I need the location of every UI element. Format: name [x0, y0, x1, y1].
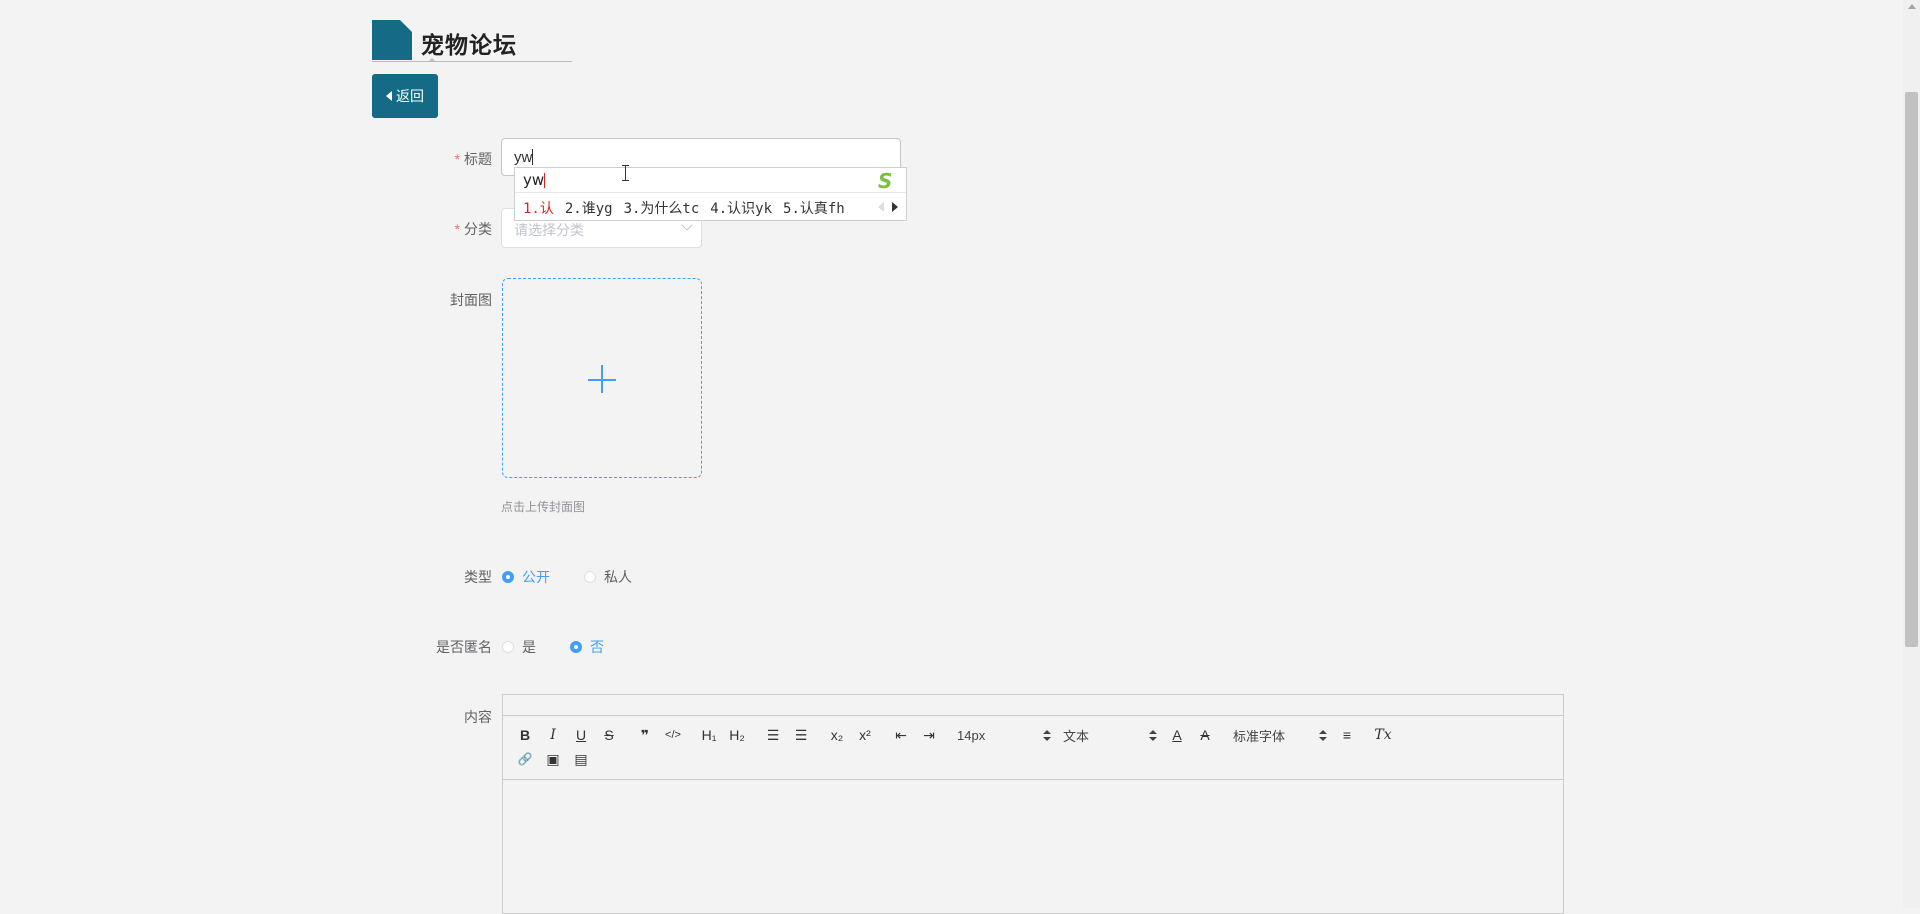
clean-format-icon[interactable]: Tx	[1369, 724, 1397, 746]
link-icon[interactable]: 🔗	[511, 748, 539, 770]
editor-top-border	[503, 695, 1563, 716]
cover-upload[interactable]	[502, 278, 702, 478]
bold-icon[interactable]: B	[511, 724, 539, 746]
outdent-icon[interactable]: ⇤	[887, 724, 915, 746]
scroll-up-icon[interactable]	[1908, 4, 1916, 9]
ime-candidate[interactable]: 3.为什么tc	[624, 201, 700, 217]
ime-candidate[interactable]: 2.谁yg	[565, 201, 613, 217]
font-family-value: 标准字体	[1233, 728, 1286, 744]
ime-candidate[interactable]: 5.认真fh	[783, 201, 845, 217]
editor-toolbar-row-2: 🔗 ▣ ▤	[511, 748, 595, 770]
cover-upload-tip: 点击上传封面图	[501, 500, 586, 514]
subscript-icon[interactable]: x₂	[823, 724, 851, 746]
code-icon[interactable]: </>	[659, 724, 687, 746]
updown-icon	[1149, 729, 1157, 741]
logo-fold	[400, 20, 412, 32]
title-input-value: yw	[514, 149, 533, 166]
ime-candidate-popup: yw S 1.认 2.谁yg 3.为什么tc 4.认识yk 5.认真fh	[514, 167, 907, 221]
updown-icon	[1043, 729, 1051, 741]
font-color-icon[interactable]: A	[1163, 724, 1191, 746]
sogou-logo-icon: S	[878, 169, 893, 193]
ime-candidate[interactable]: 1.认	[523, 201, 554, 217]
category-label: * 分类	[372, 219, 492, 239]
ime-candidate[interactable]: 4.认识yk	[710, 201, 772, 217]
h2-icon[interactable]: H₂	[723, 724, 751, 746]
italic-icon[interactable]: I	[539, 724, 567, 746]
font-size-select[interactable]: 14px	[951, 724, 1057, 746]
radio-anonymous-no[interactable]: 否	[570, 637, 604, 657]
rich-text-editor[interactable]: B I U S ❞ </> H₁ H₂ ☰ ☰ x₂ x² ⇤ ⇥ 14px 文…	[502, 694, 1564, 914]
radio-yes-label: 是	[522, 639, 536, 655]
quote-icon[interactable]: ❞	[631, 724, 659, 746]
indent-icon[interactable]: ⇥	[915, 724, 943, 746]
h1-icon[interactable]: H₁	[695, 724, 723, 746]
radio-private[interactable]: 私人	[584, 567, 632, 587]
video-icon[interactable]: ▤	[567, 748, 595, 770]
category-label-text: 分类	[464, 221, 492, 237]
ime-divider	[515, 192, 906, 193]
header-select[interactable]: 文本	[1057, 724, 1163, 746]
required-mark: *	[454, 151, 460, 167]
ime-caret	[544, 173, 546, 188]
editor-toolbar-row-1: B I U S ❞ </> H₁ H₂ ☰ ☰ x₂ x² ⇤ ⇥ 14px 文…	[511, 724, 1397, 746]
ime-prev-page-icon[interactable]	[878, 202, 884, 212]
header-select-value: 文本	[1063, 728, 1090, 744]
font-family-select[interactable]: 标准字体	[1227, 724, 1333, 746]
align-icon[interactable]: ≡	[1333, 724, 1361, 746]
image-icon[interactable]: ▣	[539, 748, 567, 770]
ime-candidates: 1.认 2.谁yg 3.为什么tc 4.认识yk 5.认真fh	[523, 198, 856, 218]
category-select-placeholder: 请选择分类	[514, 222, 584, 238]
page-title: 宠物论坛	[421, 32, 517, 58]
ime-composition-text: yw	[523, 171, 545, 189]
radio-checked-icon	[502, 571, 514, 583]
superscript-icon[interactable]: x²	[851, 724, 879, 746]
radio-anonymous-yes[interactable]: 是	[502, 637, 536, 657]
radio-public[interactable]: 公开	[502, 567, 550, 587]
title-label-text: 标题	[464, 151, 492, 167]
radio-no-label: 否	[590, 639, 604, 655]
radio-unchecked-icon	[584, 571, 596, 583]
chevron-down-icon	[681, 219, 693, 231]
strike-icon[interactable]: S	[595, 724, 623, 746]
content-label: 内容	[464, 709, 492, 725]
title-divider-notch	[428, 58, 436, 62]
title-divider	[372, 61, 572, 62]
cover-label: 封面图	[450, 292, 492, 308]
ordered-list-icon[interactable]: ☰	[759, 724, 787, 746]
updown-icon	[1319, 729, 1327, 741]
plus-icon-vertical	[601, 365, 603, 393]
ime-next-page-icon[interactable]	[892, 202, 898, 212]
underline-icon[interactable]: U	[567, 724, 595, 746]
radio-private-label: 私人	[604, 569, 632, 585]
title-label: * 标题	[372, 149, 492, 169]
text-caret	[532, 149, 534, 165]
radio-unchecked-icon	[502, 641, 514, 653]
caret-left-icon	[386, 91, 392, 101]
bullet-list-icon[interactable]: ☰	[787, 724, 815, 746]
required-mark: *	[454, 221, 460, 237]
background-color-icon[interactable]: A	[1191, 724, 1219, 746]
type-label: 类型	[464, 569, 492, 585]
scrollbar-thumb[interactable]	[1905, 92, 1918, 647]
ime-composition: yw	[523, 171, 546, 189]
back-button[interactable]: 返回	[372, 74, 438, 118]
back-button-label: 返回	[396, 88, 424, 104]
i-beam-cursor-icon	[622, 165, 630, 181]
font-size-value: 14px	[957, 727, 986, 743]
anonymous-label: 是否匿名	[436, 639, 492, 655]
editor-body-divider	[503, 779, 1563, 780]
radio-checked-icon	[570, 641, 582, 653]
radio-public-label: 公开	[522, 569, 550, 585]
